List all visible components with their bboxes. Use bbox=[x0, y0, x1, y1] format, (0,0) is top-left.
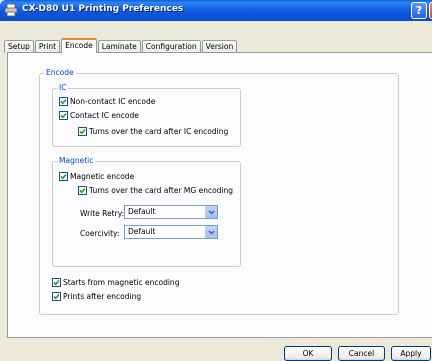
checkbox-box[interactable] bbox=[52, 278, 61, 287]
checkmark-icon bbox=[60, 98, 67, 105]
write-retry-select[interactable]: Default bbox=[124, 205, 218, 219]
prints-after-checkbox[interactable]: Prints after encoding bbox=[52, 292, 141, 301]
prints-after-label: Prints after encoding bbox=[63, 292, 142, 301]
coercivity-select[interactable]: Default bbox=[124, 225, 218, 239]
ic-turn-over-checkbox[interactable]: Turns over the card after IC encoding bbox=[78, 127, 228, 136]
checkbox-box[interactable] bbox=[59, 97, 68, 106]
checkbox-box[interactable] bbox=[78, 127, 87, 136]
magnetic-group-label: Magnetic bbox=[57, 156, 96, 165]
write-retry-label: Write Retry: bbox=[80, 209, 125, 218]
chevron-down-icon bbox=[208, 210, 215, 215]
mg-turn-over-label: Turns over the card after MG encoding bbox=[89, 186, 234, 195]
contact-ic-checkbox[interactable]: Contact IC encode bbox=[59, 111, 139, 120]
chevron-down-icon bbox=[208, 230, 215, 235]
checkbox-box[interactable] bbox=[78, 186, 87, 195]
tab-strip: Setup Print Encode Laminate Configuratio… bbox=[4, 38, 238, 53]
magnetic-encode-checkbox[interactable]: Magnetic encode bbox=[59, 172, 134, 181]
contact-ic-label: Contact IC encode bbox=[70, 111, 139, 120]
non-contact-ic-checkbox[interactable]: Non-contact IC encode bbox=[59, 97, 155, 106]
dropdown-arrow[interactable] bbox=[205, 226, 217, 238]
cancel-button[interactable]: Cancel bbox=[338, 346, 385, 361]
ic-group-label: IC bbox=[57, 83, 69, 92]
starts-magnetic-checkbox[interactable]: Starts from magnetic encoding bbox=[52, 278, 179, 287]
checkmark-icon bbox=[60, 173, 67, 180]
magnetic-encode-label: Magnetic encode bbox=[70, 172, 135, 181]
coercivity-value: Default bbox=[128, 227, 156, 236]
encode-tab-panel: Encode IC Non-contact IC encode Contact … bbox=[7, 52, 432, 338]
help-button[interactable]: ? bbox=[411, 2, 427, 19]
apply-button[interactable]: Apply bbox=[391, 346, 431, 361]
printing-preferences-dialog: CX-D80 U1 Printing Preferences ? ✕ Setup… bbox=[0, 0, 432, 361]
encode-group-label: Encode bbox=[44, 68, 76, 77]
checkmark-icon bbox=[60, 112, 67, 119]
printer-icon bbox=[4, 3, 18, 17]
starts-magnetic-label: Starts from magnetic encoding bbox=[63, 278, 180, 287]
tab-encode[interactable]: Encode bbox=[61, 38, 97, 53]
checkmark-icon bbox=[53, 279, 60, 286]
dropdown-arrow[interactable] bbox=[205, 206, 217, 218]
checkbox-box[interactable] bbox=[59, 172, 68, 181]
mg-turn-over-checkbox[interactable]: Turns over the card after MG encoding bbox=[78, 186, 233, 195]
non-contact-ic-label: Non-contact IC encode bbox=[70, 97, 156, 106]
title-bar[interactable]: CX-D80 U1 Printing Preferences ? ✕ bbox=[0, 0, 432, 21]
checkmark-icon bbox=[79, 187, 86, 194]
checkbox-box[interactable] bbox=[52, 292, 61, 301]
checkmark-icon bbox=[79, 128, 86, 135]
checkmark-icon bbox=[53, 293, 60, 300]
ic-turn-over-label: Turns over the card after IC encoding bbox=[89, 127, 229, 136]
ok-button[interactable]: OK bbox=[284, 346, 332, 361]
write-retry-value: Default bbox=[128, 207, 156, 216]
coercivity-label: Coercivity: bbox=[80, 229, 120, 238]
checkbox-box[interactable] bbox=[59, 111, 68, 120]
window-title: CX-D80 U1 Printing Preferences bbox=[22, 4, 184, 14]
